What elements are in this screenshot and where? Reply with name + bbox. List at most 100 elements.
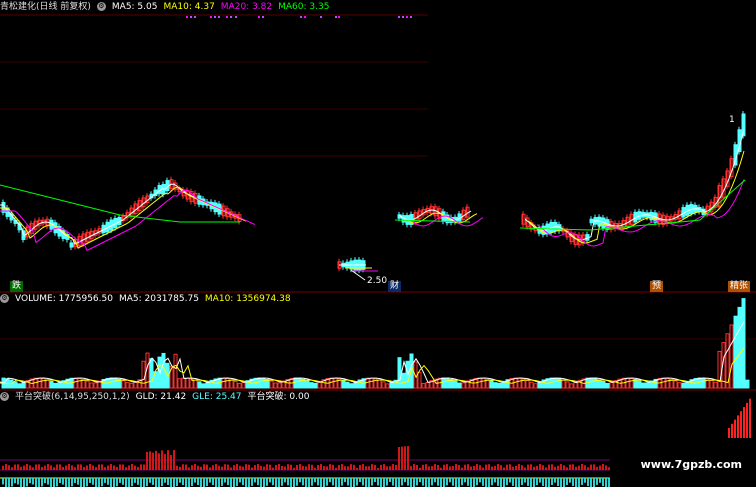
indicator-red-bar xyxy=(326,466,328,470)
indicator-cyan-bar xyxy=(311,478,313,486)
indicator-red-bar xyxy=(392,464,394,470)
signal-dot xyxy=(190,16,192,18)
indicator-red-bar xyxy=(80,464,82,470)
volume-bar xyxy=(717,350,722,389)
indicator-cyan-bar xyxy=(248,478,250,487)
indicator-red-bar xyxy=(458,465,460,470)
indicator-cyan-bar xyxy=(422,478,424,486)
indicator-red-bar xyxy=(437,465,439,470)
volume-bar xyxy=(597,379,602,389)
volume-bar xyxy=(17,383,22,389)
indicator-cyan-bar xyxy=(149,478,151,483)
indicator-red-bar xyxy=(119,464,121,470)
indicator-red-bar xyxy=(587,467,589,470)
indicator-red-bar xyxy=(233,465,235,470)
volume-bar xyxy=(21,381,26,389)
volume-bar xyxy=(45,379,50,389)
indicator-cyan-bar xyxy=(464,478,466,483)
volume-bar xyxy=(241,382,246,389)
indicator-red-bar xyxy=(449,466,451,470)
indicator-red-bar xyxy=(26,464,28,470)
indicator-cyan-bar xyxy=(245,478,247,487)
indicator-red-bar xyxy=(20,466,22,470)
indicator-cyan-bar xyxy=(518,478,520,487)
indicator-red-bar xyxy=(92,465,94,470)
signal-dot xyxy=(258,16,260,18)
volume-bar xyxy=(177,378,182,389)
indicator-cyan-bar xyxy=(395,478,397,487)
signal-dot xyxy=(300,16,302,18)
indicator-red-bar xyxy=(350,464,352,470)
ma5-line xyxy=(0,128,745,266)
event-tag-left[interactable]: 跌 xyxy=(10,281,24,292)
indicator-red-bar xyxy=(206,464,208,470)
volume-bar xyxy=(113,377,118,389)
indicator-cyan-bar xyxy=(365,478,367,487)
indicator-red-bar xyxy=(140,464,142,470)
indicator-red-bar xyxy=(581,464,583,470)
indicator-red-bar xyxy=(533,466,535,470)
volume-bar xyxy=(625,377,630,389)
indicator-red-bar xyxy=(2,465,4,470)
indicator-red-bar xyxy=(95,467,97,470)
indicator-cyan-bar xyxy=(335,478,337,487)
volume-ma-lines xyxy=(0,321,745,385)
indicator-red-bar xyxy=(314,467,316,470)
indicator-cyan-bar xyxy=(512,478,514,486)
indicator-cyan-bar xyxy=(113,478,115,487)
indicator-cyan-bar xyxy=(170,478,172,487)
indicator-red-bar xyxy=(176,465,178,470)
indicator-red-bar xyxy=(371,464,373,470)
volume-bar xyxy=(737,306,742,389)
volume-bar xyxy=(697,377,702,389)
kline-chart[interactable]: 2.50 1 xyxy=(0,0,756,487)
indicator-red-bar xyxy=(239,465,241,470)
indicator-red-bar xyxy=(248,464,250,470)
volume-bar xyxy=(225,378,230,389)
event-tag-right[interactable]: 精张 xyxy=(728,281,751,292)
indicator-cyan-bar xyxy=(182,478,184,485)
indicator-red-bar xyxy=(404,446,406,470)
signal-dot xyxy=(194,16,196,18)
volume-bar xyxy=(589,377,594,389)
volume-bar xyxy=(513,377,518,389)
indicator-cyan-bar xyxy=(356,478,358,486)
indicator-cyan-bar xyxy=(89,478,91,483)
indicator-cyan-bar xyxy=(263,478,265,487)
indicator-cyan-bar xyxy=(344,478,346,483)
volume-bar xyxy=(477,377,482,389)
indicator-red-bar xyxy=(191,465,193,470)
event-tag-finance[interactable]: 财 xyxy=(388,281,402,292)
signal-dot xyxy=(402,16,404,18)
signal-dot xyxy=(335,16,337,18)
indicator-red-bar xyxy=(89,464,91,470)
indicator-red-bar xyxy=(398,447,400,470)
volume-bar xyxy=(237,382,242,389)
indicator-red-bar xyxy=(161,450,163,470)
indicator-cyan-bar xyxy=(476,478,478,486)
indicator-cyan-bar xyxy=(416,478,418,486)
event-tag-forecast[interactable]: 预 xyxy=(650,281,664,292)
indicator-cyan-bar xyxy=(155,478,157,487)
volume-bar xyxy=(85,380,90,389)
indicator-red-bar xyxy=(338,464,340,470)
indicator-cyan-bar xyxy=(134,478,136,483)
indicator-cyan-bar xyxy=(56,478,58,487)
indicator-red-bar xyxy=(260,465,262,470)
indicator-red-bar xyxy=(602,464,604,470)
indicator-red-bar xyxy=(575,466,577,470)
indicator-cyan-bar xyxy=(368,478,370,487)
indicator-cyan-bar xyxy=(128,478,130,487)
indicator-red-bar xyxy=(35,464,37,470)
indicator-cyan-bar xyxy=(329,478,331,483)
indicator-red-bar xyxy=(215,464,217,470)
indicator-red-bar xyxy=(440,467,442,470)
indicator-red-bar xyxy=(593,464,595,470)
indicator-red-bar xyxy=(128,465,130,470)
indicator-red-bar xyxy=(167,450,169,470)
volume-bar xyxy=(41,378,46,389)
indicator-cyan-bar xyxy=(260,478,262,487)
indicator-red-bar xyxy=(737,415,739,438)
indicator-cyan-bar xyxy=(209,478,211,483)
volume-bar xyxy=(401,372,406,389)
